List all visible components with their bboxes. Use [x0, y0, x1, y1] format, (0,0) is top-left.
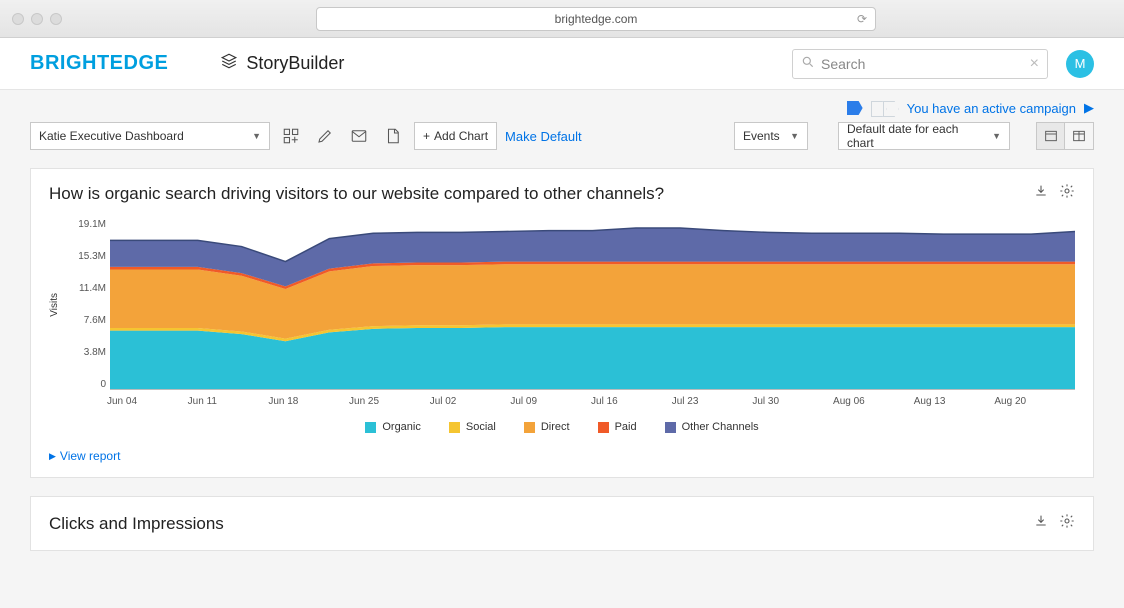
y-tick: 3.8M: [84, 348, 106, 358]
y-axis-ticks: 19.1M 15.3M 11.4M 7.6M 3.8M 0: [64, 220, 110, 390]
email-button[interactable]: [346, 122, 372, 150]
make-default-link[interactable]: Make Default: [505, 129, 582, 144]
view-grid-button[interactable]: [1065, 123, 1093, 149]
legend-label: Paid: [615, 421, 637, 433]
chevron-down-icon: ▼: [992, 131, 1001, 141]
legend-swatch: [449, 422, 460, 433]
events-label: Events: [743, 129, 780, 143]
settings-button[interactable]: [1059, 513, 1075, 534]
pdf-button[interactable]: [380, 122, 406, 150]
legend-swatch: [665, 422, 676, 433]
add-chart-label: Add Chart: [434, 129, 488, 143]
y-tick: 19.1M: [78, 220, 106, 230]
legend-item[interactable]: Other Channels: [665, 421, 759, 433]
view-single-button[interactable]: [1037, 123, 1065, 149]
search-placeholder: Search: [821, 56, 865, 72]
triangle-right-icon: ▶: [49, 451, 56, 462]
toolbar: Katie Executive Dashboard ▼ + Add Chart …: [30, 122, 1094, 150]
chart-plot: [110, 220, 1075, 390]
section-label: StoryBuilder: [246, 53, 344, 74]
legend-label: Organic: [382, 421, 421, 433]
download-button[interactable]: [1033, 513, 1049, 534]
download-button[interactable]: [1033, 183, 1049, 204]
campaign-arrow-icon: ▶: [1084, 100, 1094, 116]
card-title: How is organic search driving visitors t…: [49, 184, 664, 204]
campaign-text: You have an active campaign: [907, 101, 1076, 116]
y-tick: 11.4M: [79, 284, 106, 294]
y-tick: 7.6M: [84, 316, 106, 326]
y-tick: 0: [100, 380, 106, 390]
traffic-zoom[interactable]: [50, 13, 62, 25]
chevron-down-icon: ▼: [790, 131, 799, 141]
dashboard-select[interactable]: Katie Executive Dashboard ▼: [30, 122, 270, 150]
x-tick: Jun 04: [107, 396, 188, 407]
settings-button[interactable]: [1059, 183, 1075, 204]
grid-add-button[interactable]: [278, 122, 304, 150]
x-tick: Jul 02: [430, 396, 511, 407]
view-toggle: [1036, 122, 1094, 150]
layers-icon: [220, 52, 238, 75]
chevron-down-icon: ▼: [252, 131, 261, 141]
url-bar[interactable]: brightedge.com ⟳: [316, 7, 876, 31]
legend-item[interactable]: Social: [449, 421, 496, 433]
legend-label: Social: [466, 421, 496, 433]
legend-swatch: [365, 422, 376, 433]
campaign-tag-ghost-icon: [871, 101, 899, 115]
legend-item[interactable]: Organic: [365, 421, 421, 433]
campaign-banner[interactable]: You have an active campaign ▶: [30, 90, 1094, 122]
x-tick: Jun 11: [188, 396, 269, 407]
x-tick: Jul 30: [752, 396, 833, 407]
section-title[interactable]: StoryBuilder: [220, 52, 344, 75]
x-tick: Aug 13: [914, 396, 995, 407]
legend-swatch: [524, 422, 535, 433]
y-axis-title: Visits: [49, 293, 60, 317]
chart-card-channels: How is organic search driving visitors t…: [30, 168, 1094, 478]
traffic-close[interactable]: [12, 13, 24, 25]
date-range-label: Default date for each chart: [847, 122, 986, 150]
x-tick: Jul 09: [510, 396, 591, 407]
events-select[interactable]: Events ▼: [734, 122, 808, 150]
legend-label: Direct: [541, 421, 570, 433]
clear-search-icon[interactable]: ×: [1030, 55, 1039, 73]
x-axis-ticks: Jun 04Jun 11Jun 18Jun 25Jul 02Jul 09Jul …: [49, 396, 1075, 407]
app-header: BRIGHTEDGE StoryBuilder Search × M: [0, 38, 1124, 90]
x-tick: Aug 20: [994, 396, 1075, 407]
legend-item[interactable]: Direct: [524, 421, 570, 433]
card-title: Clicks and Impressions: [49, 514, 224, 534]
view-report-link[interactable]: ▶ View report: [31, 439, 1093, 477]
legend-label: Other Channels: [682, 421, 759, 433]
campaign-tag-icon: [847, 101, 863, 115]
x-tick: Jul 16: [591, 396, 672, 407]
chart-card-clicks: Clicks and Impressions: [30, 496, 1094, 551]
browser-chrome: brightedge.com ⟳: [0, 0, 1124, 38]
date-range-select[interactable]: Default date for each chart ▼: [838, 122, 1010, 150]
edit-button[interactable]: [312, 122, 338, 150]
refresh-icon[interactable]: ⟳: [857, 12, 867, 26]
avatar[interactable]: M: [1066, 50, 1094, 78]
chart-legend: Organic Social Direct Paid Other Channels: [49, 421, 1075, 433]
x-tick: Aug 06: [833, 396, 914, 407]
url-text: brightedge.com: [555, 12, 638, 26]
traffic-lights: [12, 13, 62, 25]
search-icon: [801, 55, 815, 72]
view-report-label: View report: [60, 449, 120, 463]
chart-area: Visits 19.1M15.3M11.4M7.6M3.8M0 Jun 04Ju…: [31, 210, 1093, 439]
search-input[interactable]: Search ×: [792, 49, 1048, 79]
dashboard-select-label: Katie Executive Dashboard: [39, 129, 184, 143]
page-body: You have an active campaign ▶ Katie Exec…: [0, 90, 1124, 608]
plus-icon: +: [423, 129, 430, 143]
y-tick: 15.3M: [78, 252, 106, 262]
brand-logo[interactable]: BRIGHTEDGE: [30, 52, 168, 75]
legend-item[interactable]: Paid: [598, 421, 637, 433]
x-tick: Jun 25: [349, 396, 430, 407]
traffic-minimize[interactable]: [31, 13, 43, 25]
x-tick: Jul 23: [672, 396, 753, 407]
add-chart-button[interactable]: + Add Chart: [414, 122, 497, 150]
x-tick: Jun 18: [268, 396, 349, 407]
legend-swatch: [598, 422, 609, 433]
area-layer: [110, 327, 1075, 389]
